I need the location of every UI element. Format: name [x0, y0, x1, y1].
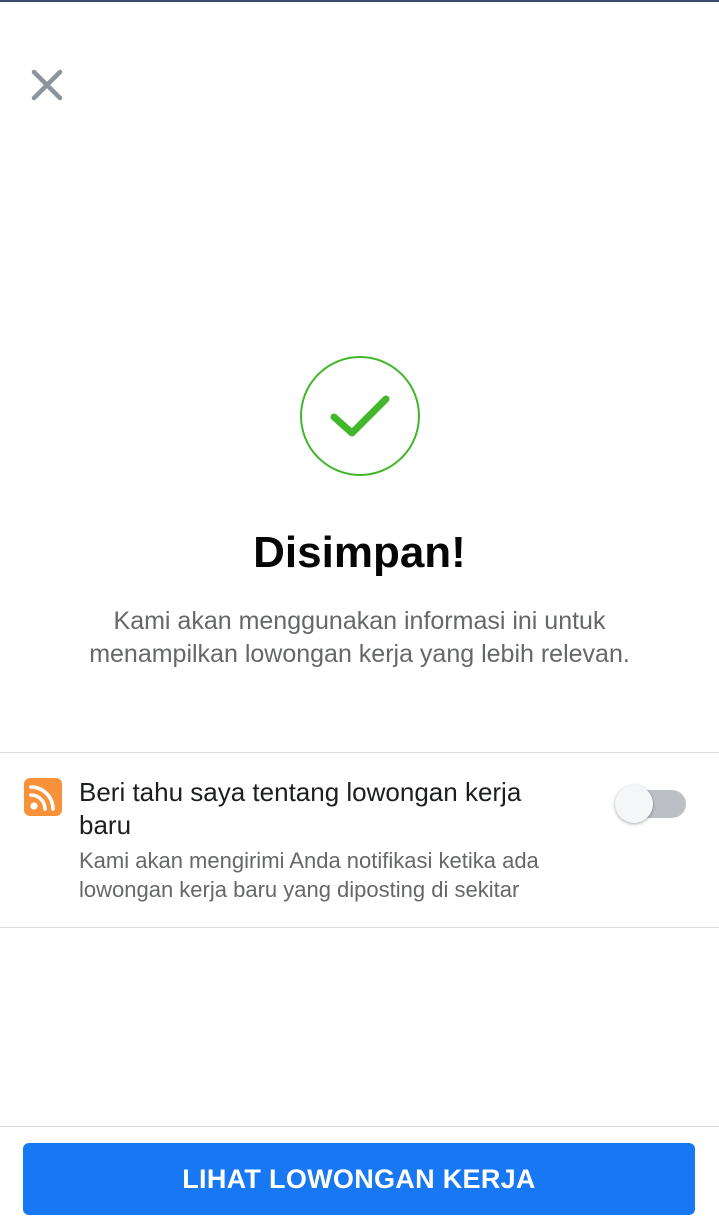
- checkmark-icon: [330, 395, 390, 437]
- notification-toggle[interactable]: [614, 784, 690, 824]
- footer-divider: [0, 1126, 719, 1127]
- success-circle: [300, 356, 420, 476]
- top-edge-line: [0, 0, 719, 2]
- divider-top: [0, 752, 719, 753]
- divider-bottom: [0, 927, 719, 928]
- view-jobs-button[interactable]: LIHAT LOWONGAN KERJA: [23, 1143, 695, 1215]
- close-button[interactable]: [24, 62, 70, 108]
- close-icon: [31, 69, 63, 101]
- notification-setting-title: Beri tahu saya tentang lowongan kerja ba…: [79, 777, 522, 840]
- page-title: Disimpan!: [253, 528, 466, 577]
- rss-feed-icon: [24, 778, 62, 816]
- confirmation-description: Kami akan menggunakan informasi ini untu…: [89, 607, 630, 668]
- toggle-knob: [615, 785, 653, 823]
- notification-setting-subtitle: Kami akan mengirimi Anda notifikasi keti…: [79, 848, 539, 902]
